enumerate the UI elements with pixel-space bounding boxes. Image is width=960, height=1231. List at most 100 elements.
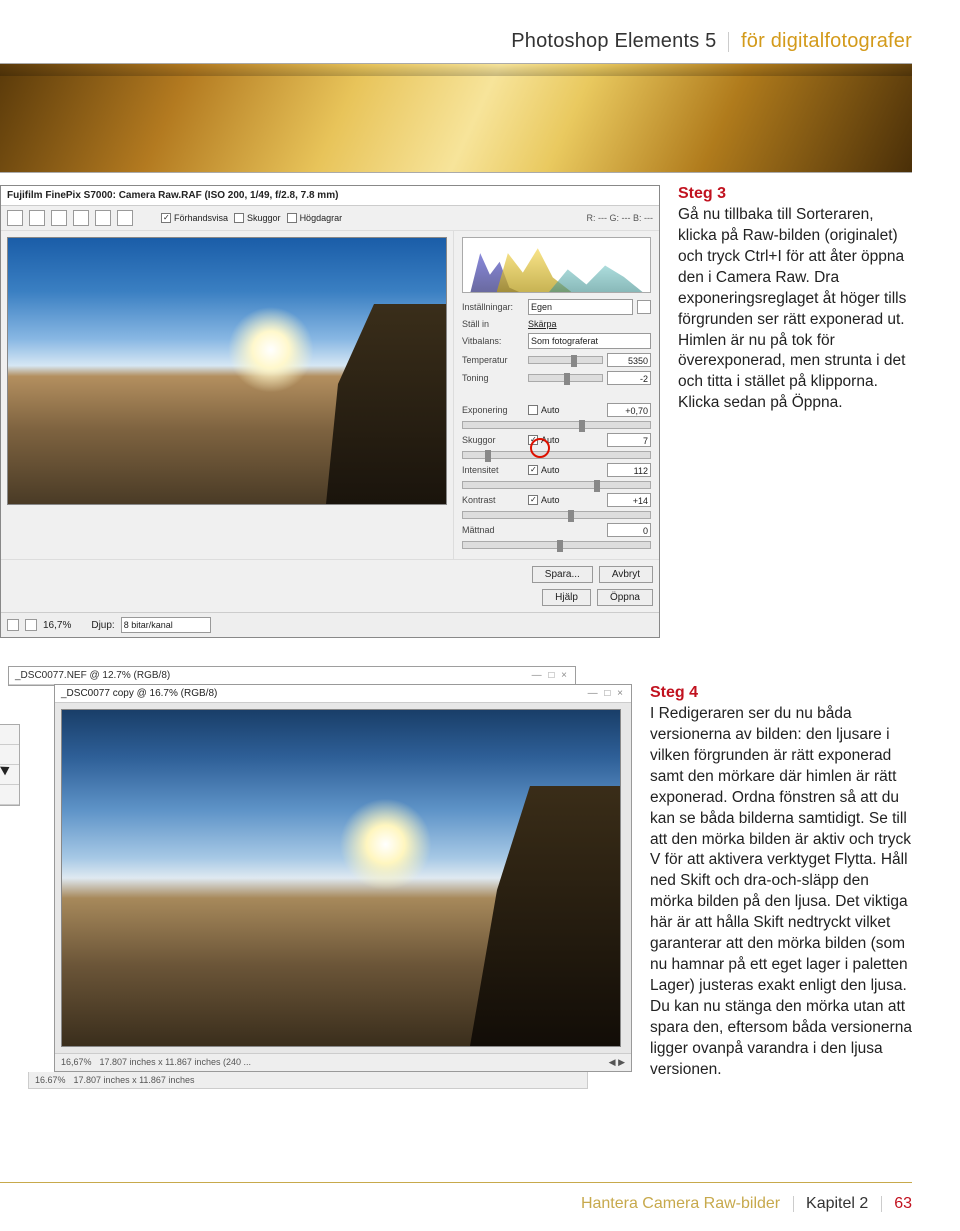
brightness-label: Intensitet xyxy=(462,465,524,475)
zoom-in-icon[interactable] xyxy=(25,619,37,631)
exposure-label: Exponering xyxy=(462,405,524,415)
brightness-slider[interactable] xyxy=(462,481,651,489)
depth-label: Djup: xyxy=(91,620,114,631)
whitebalance-dropdown[interactable]: Som fotograferat xyxy=(528,333,651,349)
saturation-row: Mättnad 0 xyxy=(462,523,651,537)
footer-rule xyxy=(0,1182,912,1183)
settings-menu-icon[interactable] xyxy=(637,300,651,314)
temperature-slider[interactable] xyxy=(528,356,603,364)
brightness-field[interactable]: 112 xyxy=(607,463,651,477)
preview-image xyxy=(7,237,447,505)
zoom-out-icon[interactable] xyxy=(7,619,19,631)
tint-slider[interactable] xyxy=(528,374,603,382)
rgb-readout: R: --- G: --- B: --- xyxy=(587,213,653,223)
exposure-row: Exponering Auto +0,70 xyxy=(462,403,651,417)
hand-tool-icon[interactable] xyxy=(29,210,45,226)
exposure-field[interactable]: +0,70 xyxy=(607,403,651,417)
footer-divider xyxy=(881,1196,882,1212)
preview-check[interactable]: Förhandsvisa xyxy=(161,213,228,223)
camera-raw-preview xyxy=(1,231,453,559)
saturation-field[interactable]: 0 xyxy=(607,523,651,537)
crop-tool-icon[interactable] xyxy=(73,210,89,226)
contrast-auto[interactable]: Auto xyxy=(528,495,560,505)
footer-page-number: 63 xyxy=(894,1195,912,1212)
footer-section: Hantera Camera Raw-bilder xyxy=(581,1195,780,1212)
step4-text-block: Steg 4 I Redigeraren ser du nu båda vers… xyxy=(650,684,912,1089)
camera-raw-side-panel: Inställningar: Egen Ställ in Skärpa Vitb… xyxy=(453,231,659,559)
whitebalance-label: Vitbalans: xyxy=(462,336,524,346)
shadows-label: Skuggor xyxy=(462,435,524,445)
footer-chapter: Kapitel 2 xyxy=(806,1195,868,1212)
shadows-field[interactable]: 7 xyxy=(607,433,651,447)
exposure-auto[interactable]: Auto xyxy=(528,405,560,415)
setin-row: Ställ in Skärpa xyxy=(462,319,651,329)
editor-titlebar-back: _DSC0077.NEF @ 12.7% (RGB/8) — □ × xyxy=(9,667,575,685)
shadows-check[interactable]: Skuggor xyxy=(234,213,281,223)
eyedropper-tool-icon[interactable] xyxy=(51,210,67,226)
temperature-field[interactable]: 5350 xyxy=(607,353,651,367)
camera-raw-bottom-bar: 16,7% Djup: 8 bitar/kanal xyxy=(1,612,659,637)
step3-body: Gå nu tillbaka till Sorteraren, klicka p… xyxy=(678,205,912,414)
contrast-label: Kontrast xyxy=(462,495,524,505)
row-2: _DSC0077.NEF @ 12.7% (RGB/8) — □ × _DSC0… xyxy=(0,684,912,1089)
cancel-button[interactable]: Avbryt xyxy=(599,566,653,583)
camera-raw-button-row2: Hjälp Öppna xyxy=(1,589,659,612)
page-header: Photoshop Elements 5 för digitalfotograf… xyxy=(0,30,912,53)
editor-titlebar-front: _DSC0077 copy @ 16.7% (RGB/8) — □ × xyxy=(55,685,631,703)
editor-zoom: 16,67% xyxy=(61,1057,92,1068)
highlights-check[interactable]: Högdagrar xyxy=(287,213,343,223)
open-button[interactable]: Öppna xyxy=(597,589,653,606)
histogram xyxy=(462,237,651,293)
zoom-level: 16,7% xyxy=(43,620,71,631)
rotate-right-icon[interactable] xyxy=(117,210,133,226)
editor-status-bar-back: 16.67% 17.807 inches x 11.867 inches xyxy=(28,1072,588,1089)
camera-raw-toolbar: Förhandsvisa Skuggor Högdagrar R: --- G:… xyxy=(1,206,659,231)
tint-field[interactable]: -2 xyxy=(607,371,651,385)
editor-screenshot: _DSC0077.NEF @ 12.7% (RGB/8) — □ × _DSC0… xyxy=(0,684,632,1089)
editor-status-bar: 16,67% 17.807 inches x 11.867 inches (24… xyxy=(55,1053,631,1071)
editor-zoom-back: 16.67% xyxy=(35,1075,66,1085)
camera-raw-screenshot: Fujifilm FinePix S7000: Camera Raw.RAF (… xyxy=(0,185,660,638)
save-button[interactable]: Spara... xyxy=(532,566,593,583)
footer-divider xyxy=(793,1196,794,1212)
step4-body: I Redigeraren ser du nu båda versionerna… xyxy=(650,704,912,1081)
editor-window-front: _DSC0077 copy @ 16.7% (RGB/8) — □ × 16,6… xyxy=(54,684,632,1072)
temperature-label: Temperatur xyxy=(462,355,524,365)
zoom-tool-icon[interactable] xyxy=(7,210,23,226)
shadows-auto[interactable]: Auto xyxy=(528,435,560,445)
setin-label: Ställ in xyxy=(462,319,524,329)
help-button[interactable]: Hjälp xyxy=(542,589,591,606)
step3-text-block: Steg 3 Gå nu tillbaka till Sorteraren, k… xyxy=(678,185,912,638)
editor-dims-back: 17.807 inches x 11.867 inches xyxy=(74,1075,195,1085)
saturation-label: Mättnad xyxy=(462,525,524,535)
step4-title: Steg 4 xyxy=(650,684,912,702)
header-title-right: för digitalfotografer xyxy=(741,30,912,52)
whitebalance-row: Vitbalans: Som fotograferat xyxy=(462,333,651,349)
saturation-slider[interactable] xyxy=(462,541,651,549)
camera-raw-button-row: Spara... Avbryt xyxy=(1,559,659,589)
depth-dropdown[interactable]: 8 bitar/kanal xyxy=(121,617,211,633)
page-footer: Hantera Camera Raw-bilder Kapitel 2 63 xyxy=(581,1195,912,1213)
exposure-slider[interactable] xyxy=(462,421,651,429)
settings-dropdown[interactable]: Egen xyxy=(528,299,633,315)
shadows-slider[interactable] xyxy=(462,451,651,459)
setin-link[interactable]: Skärpa xyxy=(528,319,557,329)
header-title-left: Photoshop Elements 5 xyxy=(511,30,716,52)
tint-label: Toning xyxy=(462,373,524,383)
settings-row: Inställningar: Egen xyxy=(462,299,651,315)
page: Photoshop Elements 5 för digitalfotograf… xyxy=(0,0,960,1089)
header-divider xyxy=(728,32,729,52)
tool-icon[interactable] xyxy=(0,745,19,765)
tool-icon[interactable] xyxy=(0,785,19,805)
rotate-left-icon[interactable] xyxy=(95,210,111,226)
window-controls-icon[interactable]: — □ × xyxy=(532,670,569,681)
temperature-row: Temperatur 5350 xyxy=(462,353,651,367)
tool-icon[interactable] xyxy=(0,725,19,745)
brightness-auto[interactable]: Auto xyxy=(528,465,560,475)
contrast-field[interactable]: +14 xyxy=(607,493,651,507)
camera-raw-window: Fujifilm FinePix S7000: Camera Raw.RAF (… xyxy=(0,185,660,638)
editor-image xyxy=(61,709,621,1047)
window-controls-icon[interactable]: — □ × xyxy=(588,688,625,699)
contrast-slider[interactable] xyxy=(462,511,651,519)
hero-image-strip xyxy=(0,63,912,173)
